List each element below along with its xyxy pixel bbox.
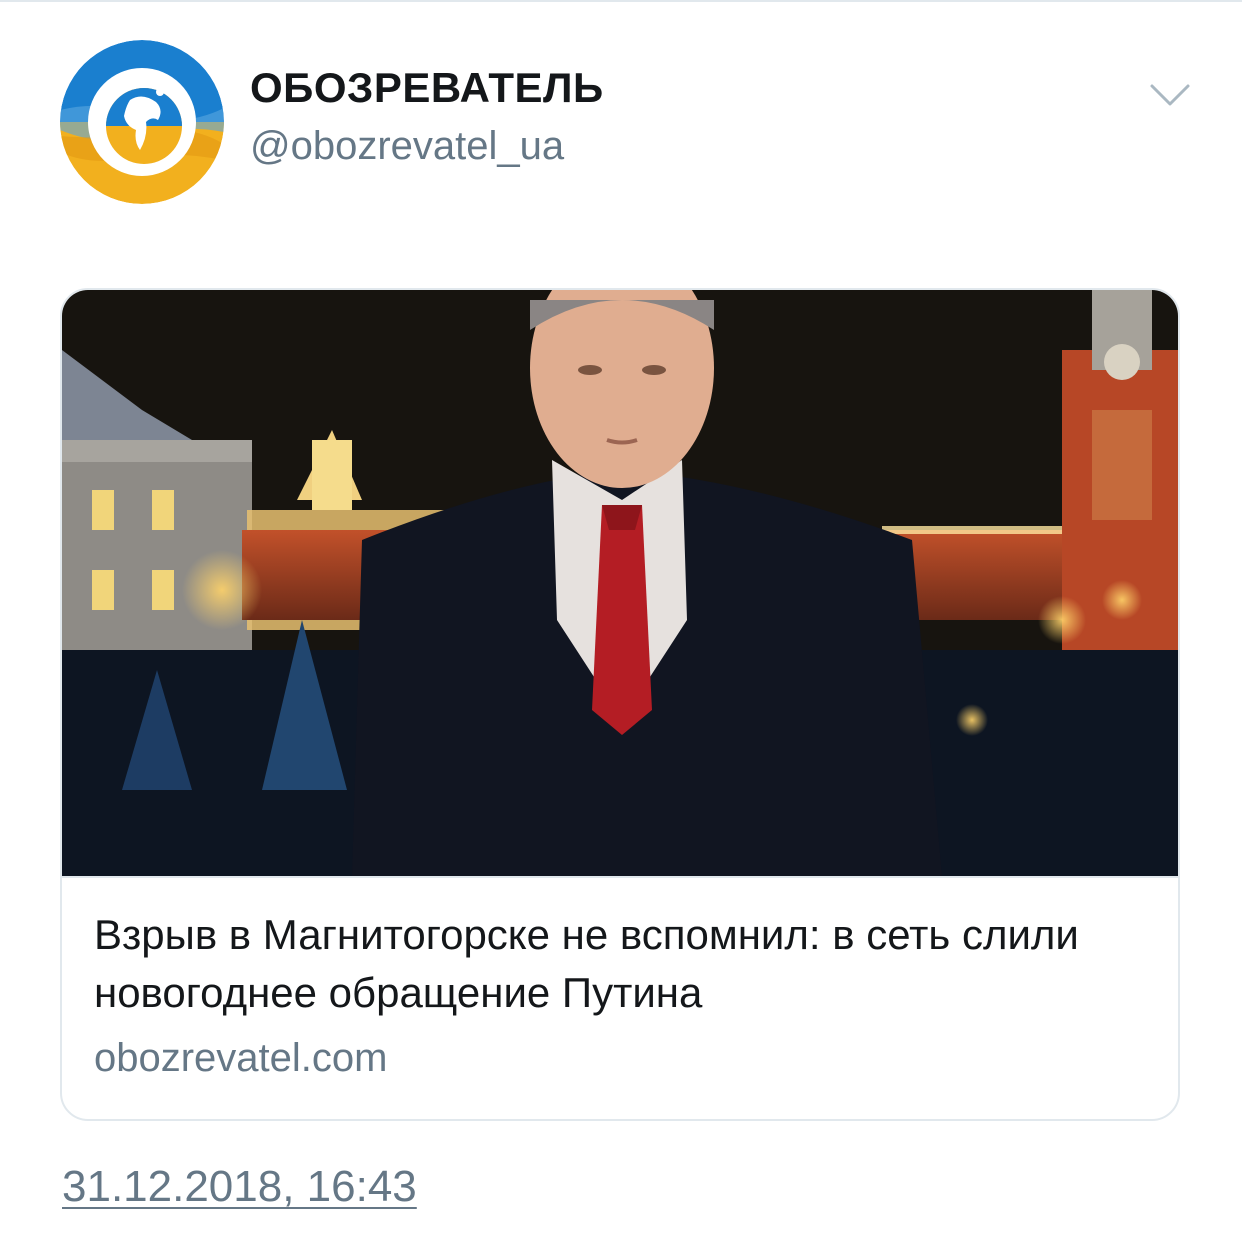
chevron-down-icon[interactable] (1148, 80, 1192, 110)
handle[interactable]: @obozrevatel_ua (250, 124, 564, 169)
globe-logo-icon (60, 40, 224, 204)
tweet-timestamp[interactable]: 31.12.2018, 16:43 (62, 1162, 417, 1212)
card-image (62, 290, 1178, 876)
avatar[interactable] (60, 40, 224, 204)
card-divider (62, 876, 1178, 878)
top-divider (0, 0, 1242, 2)
display-name[interactable]: ОБОЗРЕВАТЕЛЬ (250, 64, 604, 112)
card-title[interactable]: Взрыв в Магнитогорске не вспомнил: в сет… (94, 906, 1154, 1022)
card-domain[interactable]: obozrevatel.com (94, 1036, 387, 1081)
